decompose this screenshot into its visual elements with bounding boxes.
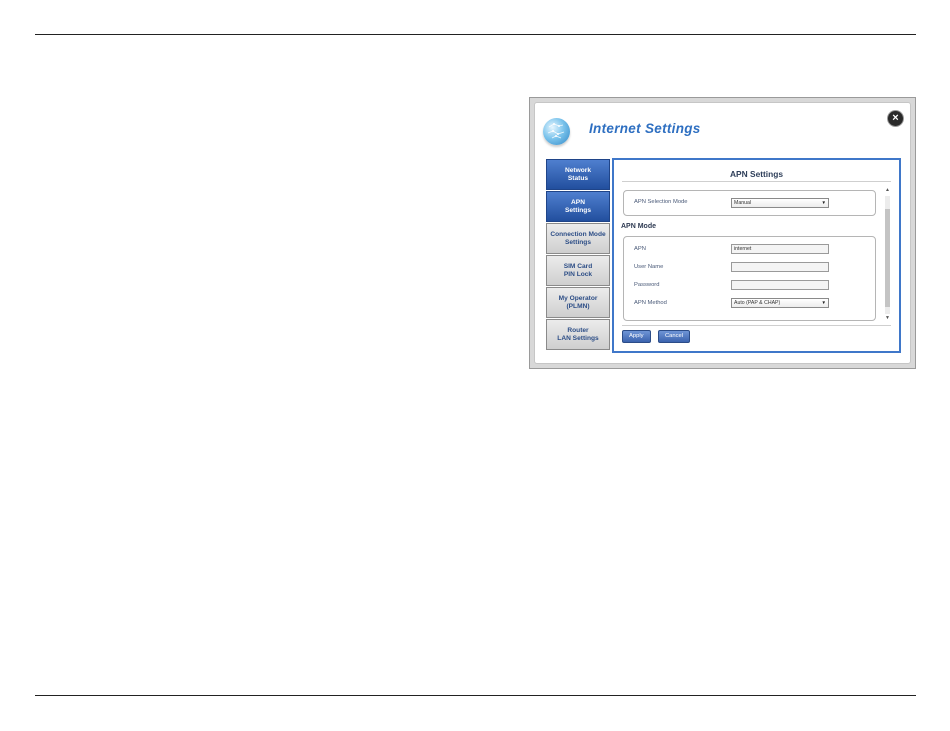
sidebar-item-apn-settings[interactable]: APN Settings (546, 191, 610, 222)
dialog-title: Internet Settings (589, 121, 701, 136)
sidebar-nav: Network Status APN Settings Connection Mod… (546, 159, 610, 351)
caret-down-icon: ▼ (821, 200, 826, 205)
apn-method-select[interactable]: Auto (PAP & CHAP) ▼ (731, 298, 829, 308)
apn-selection-mode-value: Manual (734, 200, 752, 206)
page-bottom-rule (35, 695, 916, 696)
apn-label: APN (634, 246, 646, 252)
scroll-down-arrow-icon[interactable]: ▼ (885, 316, 890, 321)
caret-down-icon: ▼ (821, 300, 826, 305)
internet-settings-dialog: Internet Settings × Network Status APN Set… (534, 102, 911, 364)
apn-settings-panel: APN Settings APN Selection Mode Manual ▼… (612, 158, 901, 353)
sidebar-item-label: My Operator (558, 294, 598, 302)
apn-mode-group: APN internet User Name Password APN Meth… (623, 236, 876, 321)
sidebar-item-label: APN (571, 198, 585, 206)
sidebar-item-label: PIN Lock (563, 270, 593, 278)
sidebar-item-label: SIM Card (563, 262, 593, 270)
apn-method-label: APN Method (634, 300, 667, 306)
scroll-up-arrow-icon[interactable]: ▲ (885, 188, 890, 193)
sidebar-item-label: Network (564, 166, 591, 174)
divider (622, 181, 891, 182)
sidebar-item-label: Settings (564, 238, 591, 246)
sidebar-item-label: (PLMN) (566, 302, 590, 310)
sidebar-item-label: LAN Settings (557, 334, 599, 342)
password-label: Password (634, 282, 660, 288)
apply-button[interactable]: Apply (622, 330, 651, 343)
username-label: User Name (634, 264, 664, 270)
sidebar-item-my-operator[interactable]: My Operator (PLMN) (546, 287, 610, 318)
sidebar-item-sim-pin-lock[interactable]: SIM Card PIN Lock (546, 255, 610, 286)
internet-settings-screenshot: Internet Settings × Network Status APN Set… (529, 97, 916, 369)
sidebar-item-network-status[interactable]: Network Status (546, 159, 610, 190)
sidebar-item-label: Router (567, 326, 589, 334)
scroll-area[interactable]: APN Selection Mode Manual ▼ APN Mode APN… (621, 187, 876, 323)
apn-input[interactable]: internet (731, 244, 829, 254)
sidebar-item-connection-mode[interactable]: Connection Mode Settings (546, 223, 610, 254)
password-input[interactable] (731, 280, 829, 290)
sidebar-item-label: Status (567, 174, 589, 182)
close-icon[interactable]: × (888, 111, 903, 126)
sidebar-item-router-lan[interactable]: Router LAN Settings (546, 319, 610, 350)
apn-selection-mode-label: APN Selection Mode (634, 199, 688, 205)
page-top-rule (35, 34, 916, 35)
sidebar-item-label: Connection Mode (550, 230, 606, 238)
apn-method-value: Auto (PAP & CHAP) (734, 300, 781, 306)
apn-selection-mode-select[interactable]: Manual ▼ (731, 198, 829, 208)
divider (622, 325, 891, 326)
scrollbar[interactable]: ▲ ▼ (885, 188, 890, 322)
apn-mode-heading: APN Mode (621, 223, 656, 230)
globe-icon (543, 118, 570, 145)
sidebar-item-label: Settings (564, 206, 591, 214)
panel-title: APN Settings (729, 169, 784, 179)
username-input[interactable] (731, 262, 829, 272)
scrollbar-thumb[interactable] (885, 209, 890, 307)
selection-mode-group: APN Selection Mode Manual ▼ (623, 190, 876, 216)
cancel-button[interactable]: Cancel (658, 330, 691, 343)
